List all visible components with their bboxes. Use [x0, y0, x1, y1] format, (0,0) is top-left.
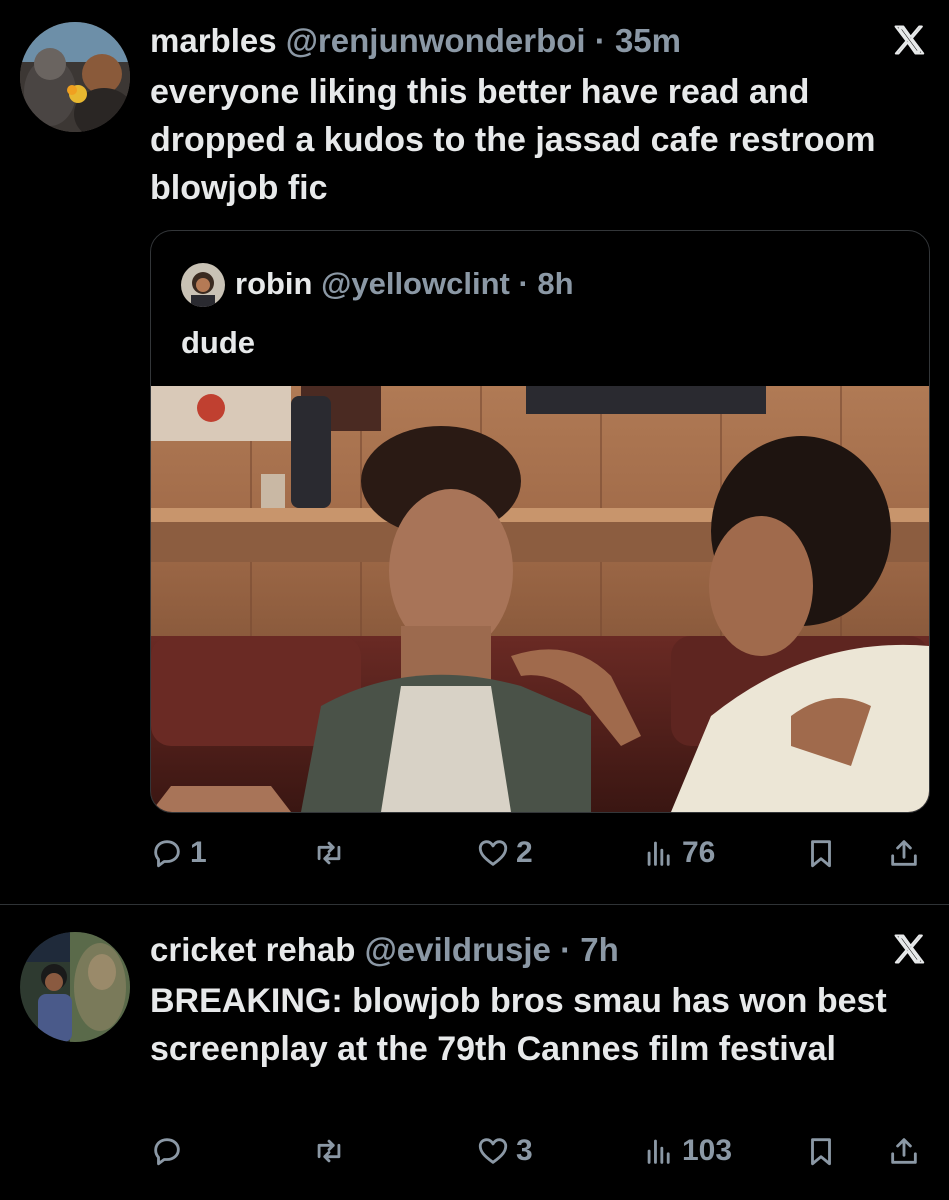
views-icon [647, 841, 670, 866]
views-button[interactable]: 103 [642, 1134, 732, 1168]
views-button[interactable]: 76 [642, 836, 715, 870]
avatar-image [20, 932, 130, 1042]
share-icon [891, 840, 917, 866]
share-button[interactable] [887, 1134, 921, 1168]
timestamp[interactable]: 35m [615, 22, 681, 59]
views-icon [647, 1139, 670, 1164]
tweet-actions: 1 2 76 [0, 830, 949, 880]
display-name[interactable]: cricket rehab [150, 931, 355, 968]
repost-button[interactable] [312, 1134, 352, 1168]
quote-tweet[interactable]: robin @yellowclint · 8h dude [150, 230, 930, 813]
bookmark-icon [811, 1138, 831, 1166]
tweet[interactable]: cricket rehab @evildrusje · 7h BREAKING:… [0, 905, 949, 1200]
avatar[interactable] [20, 22, 130, 132]
quote-separator-dot: · [518, 266, 529, 301]
tweet-header: marbles @renjunwonderboi · 35m [150, 21, 681, 61]
share-icon [891, 1138, 917, 1164]
username[interactable]: @evildrusje [365, 931, 551, 968]
views-count: 76 [682, 836, 716, 869]
reply-count: 1 [190, 836, 207, 869]
reply-button[interactable] [150, 1134, 190, 1168]
reply-icon [154, 1138, 180, 1166]
quote-text: dude [181, 325, 256, 360]
views-count: 103 [682, 1134, 733, 1167]
bookmark-button[interactable] [804, 1134, 838, 1168]
heart-icon [478, 1138, 508, 1164]
display-name[interactable]: marbles [150, 22, 277, 59]
avatar[interactable] [20, 932, 130, 1042]
like-button[interactable]: 2 [476, 836, 533, 870]
share-button[interactable] [887, 836, 921, 870]
repost-icon [317, 1139, 341, 1163]
x-logo-icon [894, 25, 925, 55]
bookmark-icon [811, 840, 831, 868]
quote-username[interactable]: @yellowclint [321, 266, 510, 301]
quote-avatar-image [181, 263, 225, 307]
reply-button[interactable]: 1 [150, 836, 207, 870]
like-count: 3 [516, 1134, 533, 1167]
x-logo-icon [894, 934, 925, 964]
heart-icon [478, 840, 508, 866]
reply-icon [154, 840, 180, 868]
repost-icon [317, 841, 341, 865]
timestamp[interactable]: 7h [580, 931, 619, 968]
separator-dot: · [560, 931, 572, 968]
tweet-text: everyone liking this better have read an… [150, 73, 876, 207]
quote-media-image[interactable] [151, 386, 929, 812]
separator-dot: · [594, 22, 606, 59]
tweet[interactable]: marbles @renjunwonderboi · 35m everyone … [0, 0, 949, 904]
tweet-text: BREAKING: blowjob bros smau has won best… [150, 982, 887, 1068]
bookmark-button[interactable] [804, 836, 838, 870]
like-button[interactable]: 3 [476, 1134, 533, 1168]
repost-button[interactable] [312, 836, 352, 870]
username[interactable]: @renjunwonderboi [286, 22, 586, 59]
avatar-image [20, 22, 130, 132]
quote-display-name[interactable]: robin [235, 266, 313, 301]
tweet-actions: 3 103 [0, 1128, 949, 1178]
quote-avatar[interactable] [181, 263, 225, 307]
like-count: 2 [516, 836, 533, 869]
quote-header: robin @yellowclint · 8h [235, 264, 574, 304]
tweet-header: cricket rehab @evildrusje · 7h [150, 930, 619, 970]
quote-timestamp[interactable]: 8h [537, 266, 573, 301]
